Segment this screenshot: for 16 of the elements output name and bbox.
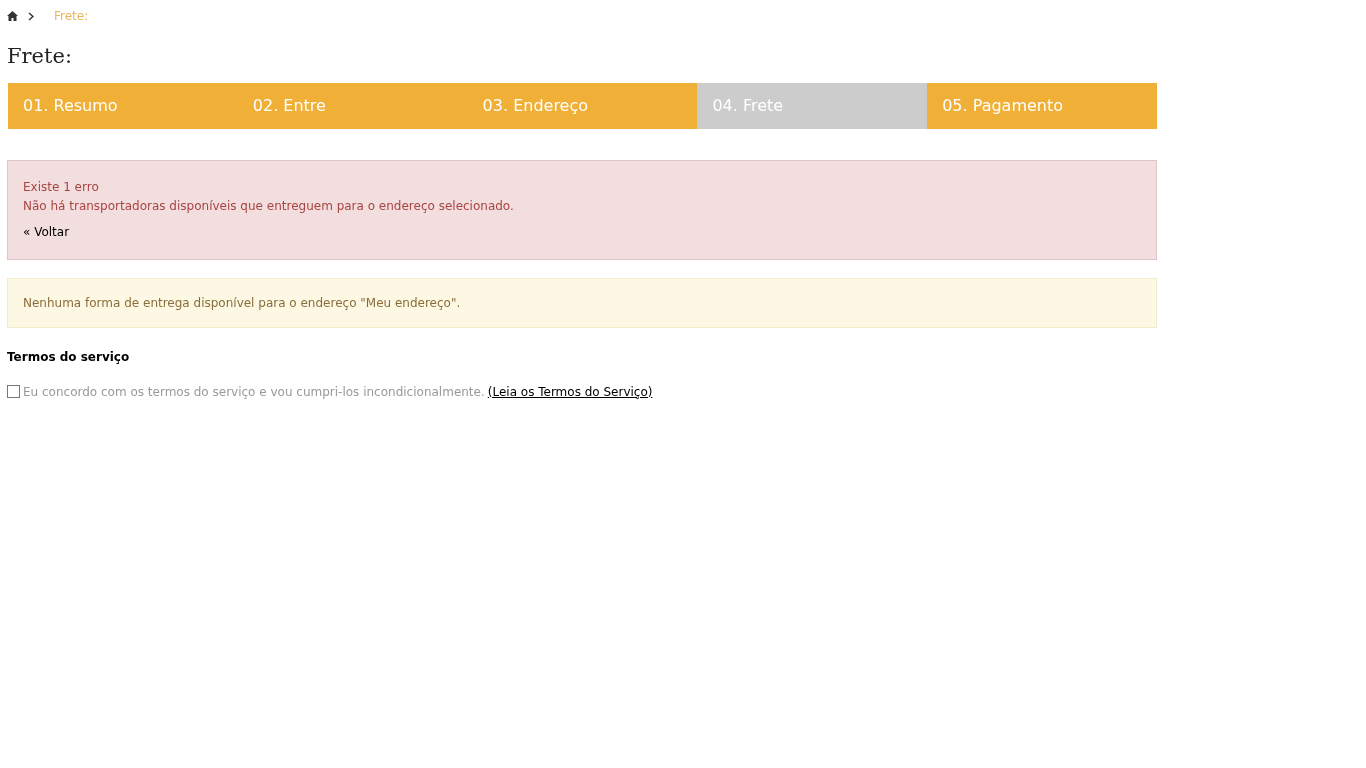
page-title: Frete: [7,43,73,70]
terms-link[interactable]: (Leia os Termos do Serviço) [487,382,653,401]
terms-heading: Termos do serviço [7,348,131,366]
checkout-step-tab[interactable]: 01. Resumo [8,82,238,129]
error-heading: Existe 1 erro [23,178,100,196]
warning-alert: Nenhuma forma de entrega disponível para o endereço "Meu endereço". [7,277,1157,328]
home-icon[interactable] [7,11,18,21]
terms-checkbox[interactable] [7,385,20,398]
breadcrumb-current: Frete: [54,8,89,25]
checkout-step-tab[interactable]: 05. Pagamento [927,82,1157,129]
terms-label: Eu concordo com os termos do serviço e vou cumpri-los incondicionalmente. [23,383,485,401]
checkout-step-tab[interactable]: 03. Endereço [467,82,698,129]
chevron-right-icon [28,11,34,21]
checkout-step-tab[interactable]: 02. Entre [237,82,468,129]
back-link[interactable]: « Voltar [23,222,70,241]
error-message: Não há transportadoras disponíveis que entreguem para o endereço selecionado. [23,197,515,215]
